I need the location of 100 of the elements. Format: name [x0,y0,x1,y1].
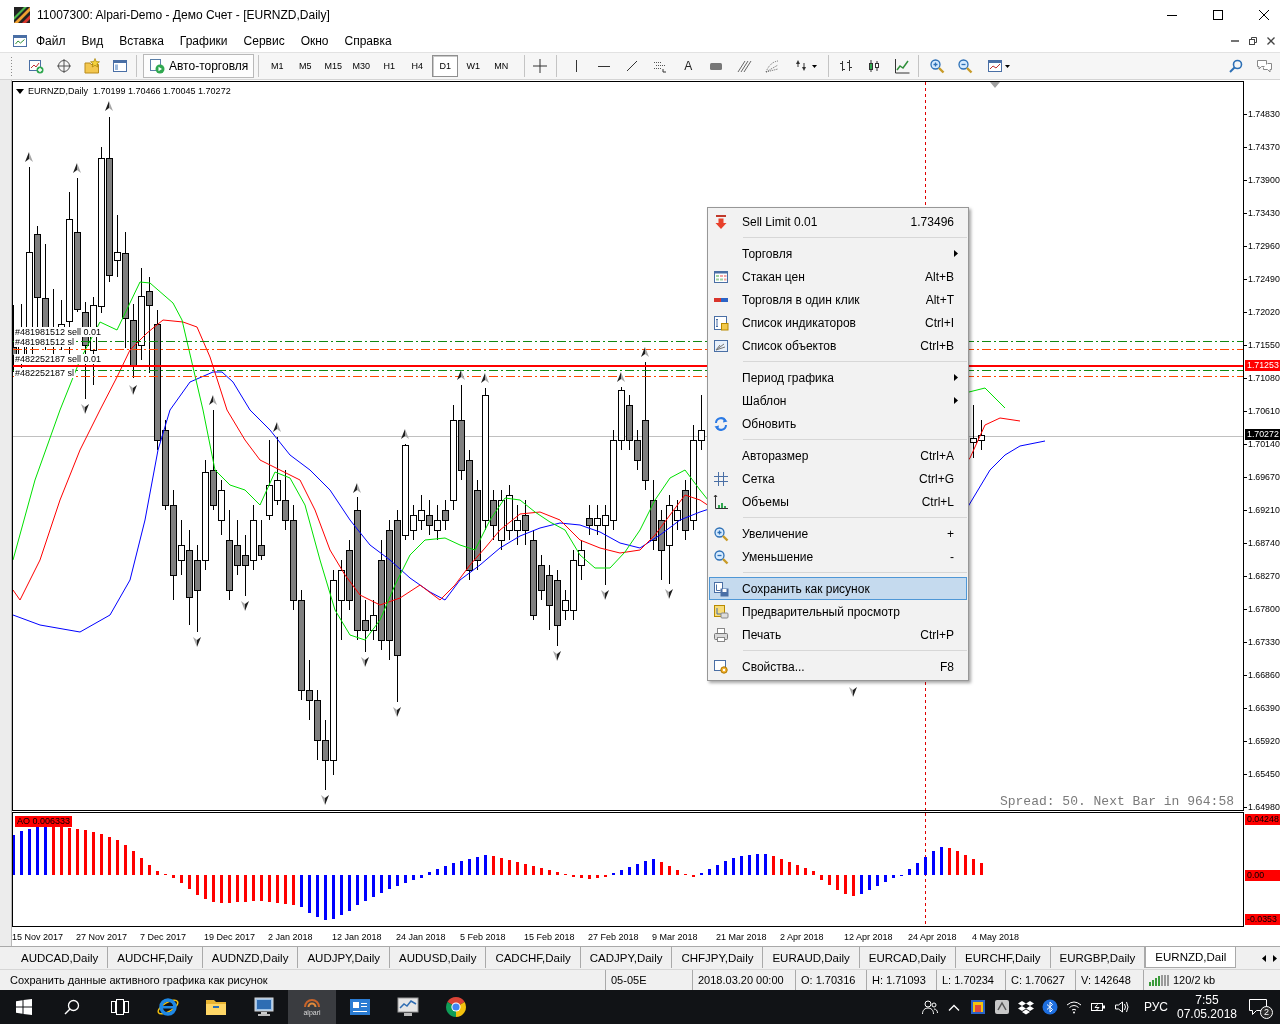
chart-document-icon [12,33,28,49]
menu-item[interactable]: Стакан цен Alt+B [709,265,967,288]
menu-item[interactable]: Сервис [235,30,293,52]
menu-item[interactable]: Предварительный просмотр [709,600,967,623]
chart-tab[interactable]: CADJPY,Daily [580,947,673,968]
menu-item[interactable]: Sell Limit 0.01 1.73496 [709,210,967,233]
menu-item[interactable]: Период графика [709,366,967,389]
timeframe-button[interactable]: H4 [404,55,431,77]
task-view-icon [111,999,129,1015]
menu-item[interactable]: Уменьшение - [709,545,967,568]
menu-item[interactable]: Файл [28,30,74,52]
grid-icon [713,470,729,487]
timeframe-button[interactable]: M1 [264,55,291,77]
price-tick-label: 1.69670 [1248,472,1280,482]
horizontal-line-icon [598,65,611,67]
shortcut-label: F8 [940,659,954,674]
histogram-bar [876,875,879,886]
menu-item[interactable]: Справка [336,30,400,52]
menu-item[interactable]: Сетка Ctrl+G [709,467,967,490]
histogram-bar [964,855,967,875]
table-icon [713,268,729,285]
histogram-bar [820,875,823,880]
up-arrow-icon [617,372,625,382]
menu-item[interactable]: Вид [73,30,112,52]
menu-item[interactable]: Торговля в один клик Alt+T [709,288,967,311]
scroll-left-button[interactable] [1259,952,1268,964]
down-arrow-icon [193,637,201,647]
histogram-bar [124,845,127,875]
price-tick-label: 1.72960 [1248,241,1280,251]
minimize-icon [1167,14,1177,16]
price-tick-label: 1.66860 [1248,670,1280,680]
histogram-bar [36,827,39,875]
submenu-arrow-icon [954,250,958,257]
language-button[interactable]: РУС [1137,990,1174,1024]
toolbar-grip[interactable] [10,56,13,76]
down-arrow-icon [713,213,729,230]
histogram-bar [772,856,775,875]
chart-tab[interactable]: EURNZD,Dail [1145,947,1237,968]
timeframe-button[interactable]: D1 [432,55,459,77]
histogram-bar [196,875,199,895]
up-arrow-icon [25,152,33,162]
folder-star-icon [84,58,100,74]
clock[interactable]: 7:55 07.05.2018 [1174,990,1240,1024]
menu-item[interactable]: Шаблон [709,389,967,412]
timeframe-button[interactable]: W1 [460,55,487,77]
down-arrow-icon [321,795,329,805]
menu-item[interactable]: Торговля [709,242,967,265]
text-tool-button[interactable]: A [676,54,701,78]
histogram-bar [20,831,23,875]
timeframe-button[interactable]: MN [488,55,515,77]
menu-item[interactable]: Объемы Ctrl+L [709,490,967,513]
up-arrow-icon [105,101,113,111]
menu-item[interactable]: Печать Ctrl+P [709,623,967,646]
menu-item[interactable]: Увеличение + [709,522,967,545]
menu-item[interactable]: Сохранить как рисунок [709,577,967,600]
date-label: 27 Feb 2018 [588,931,639,942]
up-arrow-icon [209,395,217,405]
chart-tab[interactable]: EURCAD,Daily [859,947,957,968]
timeframe-button[interactable]: M5 [292,55,319,77]
timeframe-button[interactable]: H1 [376,55,403,77]
chart-tab[interactable]: EURAUD,Daily [763,947,860,968]
histogram-bar [268,875,271,902]
scroll-right-button[interactable] [1270,952,1279,964]
histogram-bar [580,875,583,878]
menu-item[interactable]: Список объектов Ctrl+B [709,334,967,357]
date-label: 12 Jan 2018 [332,931,382,942]
histogram-bar [620,870,623,875]
histogram-bar [260,875,263,901]
chart-tab[interactable]: AUDUSD,Daily [390,947,487,968]
menu-item[interactable]: Обновить [709,412,967,435]
menu-item[interactable]: Авторазмер Ctrl+A [709,444,967,467]
chart-tab[interactable]: AUDCAD,Daily [12,947,109,968]
menu-item[interactable]: Свойства... F8 [709,655,967,678]
notifications-button[interactable]: 2 [1240,990,1280,1024]
chart-tab[interactable]: AUDJPY,Daily [298,947,391,968]
chart-tab[interactable]: CHFJPY,Daily [672,947,764,968]
histogram-bar [356,875,359,905]
histogram-bar [172,875,175,878]
histogram-bar [420,875,423,878]
up-arrow-icon [457,370,465,380]
chart-tab[interactable]: AUDNZD,Daily [202,947,299,968]
menu-item[interactable]: Вставка [111,30,172,52]
dropdown-caret-icon[interactable] [16,88,24,94]
timeframe-button[interactable]: M15 [320,55,347,77]
chart-tab[interactable]: CADCHF,Daily [486,947,581,968]
right-triangle-icon [1272,954,1277,962]
menu-item[interactable]: Графики [171,30,236,52]
price-tick-label: 1.67800 [1248,604,1280,614]
menu-item[interactable]: Список индикаторов Ctrl+I [709,311,967,334]
chart-tab[interactable]: EURCHF,Daily [956,947,1051,968]
up-arrow-icon [73,163,81,173]
histogram-bar [116,840,119,875]
histogram-bar [180,875,183,883]
timeframe-button[interactable]: M30 [348,55,375,77]
histogram-bar [148,865,151,875]
chart-tab[interactable]: AUDCHF,Daily [108,947,203,968]
menu-item[interactable]: Окно [292,30,337,52]
date-label: 27 Nov 2017 [76,931,128,942]
close-icon [1267,37,1275,45]
auto-trading-button[interactable]: Авто-торговля [143,54,255,78]
